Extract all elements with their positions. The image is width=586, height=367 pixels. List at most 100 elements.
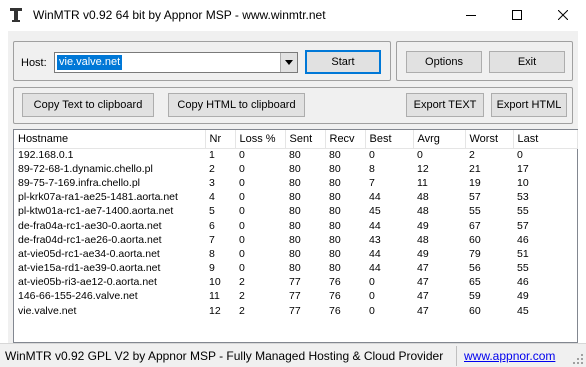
close-button[interactable] xyxy=(540,0,586,30)
table-cell: at-vie05b-ri3-ae12-0.aorta.net xyxy=(18,276,157,289)
table-cell: 0 xyxy=(239,205,245,218)
column-header[interactable]: Best xyxy=(365,130,414,149)
column-header[interactable]: Sent xyxy=(285,130,326,149)
table-row[interactable]: 192.168.0.1 1 0 80 80 0 0 2 0 xyxy=(14,148,577,162)
window-title: WinMTR v0.92 64 bit by Appnor MSP - www.… xyxy=(33,8,326,22)
column-header[interactable]: Recv xyxy=(325,130,366,149)
table-row[interactable]: de-fra04a-rc1-ae30-0.aorta.net 6 0 80 80 44 49… xyxy=(14,219,577,233)
table-cell: de-fra04d-rc1-ae26-0.aorta.net xyxy=(18,233,162,246)
resize-grip-icon[interactable] xyxy=(572,353,584,365)
table-cell: 49 xyxy=(417,247,429,260)
table-cell: 56 xyxy=(469,262,481,275)
column-header[interactable]: Avrg xyxy=(413,130,466,149)
copy-text-button[interactable]: Copy Text to clipboard xyxy=(22,93,154,117)
column-header[interactable]: Nr xyxy=(205,130,236,149)
status-text: WinMTR v0.92 GPL V2 by Appnor MSP - Full… xyxy=(5,349,444,363)
host-label: Host: xyxy=(21,57,47,69)
table-cell: 146-66-155-246.valve.net xyxy=(18,290,138,303)
main-panel: Host: vie.valve.net Start Options Exit C… xyxy=(8,31,578,343)
table-cell: 80 xyxy=(289,205,301,218)
table-cell: 17 xyxy=(517,162,529,175)
table-cell: 55 xyxy=(517,262,529,275)
table-row[interactable]: at-vie15a-rd1-ae39-0.aorta.net 9 0 80 80 44 47… xyxy=(14,262,577,276)
table-cell: 48 xyxy=(417,233,429,246)
close-icon xyxy=(558,10,568,20)
table-cell: 49 xyxy=(417,219,429,232)
table-cell: 55 xyxy=(517,205,529,218)
export-html-button[interactable]: Export HTML xyxy=(491,93,567,117)
table-row[interactable]: 89-72-68-1.dynamic.chello.pl 2 0 80 80 8 12 21 1… xyxy=(14,162,577,176)
column-header[interactable]: Last xyxy=(513,130,578,149)
column-header[interactable]: Loss % xyxy=(235,130,286,149)
table-row[interactable]: at-vie05b-ri3-ae12-0.aorta.net 10 2 77 76 0 47… xyxy=(14,276,577,290)
table-cell: 44 xyxy=(369,219,381,232)
table-cell: 8 xyxy=(209,247,215,260)
copy-html-button[interactable]: Copy HTML to clipboard xyxy=(168,93,305,117)
column-header[interactable]: Hostname xyxy=(14,130,206,149)
table-cell: 80 xyxy=(289,148,301,161)
table-cell: 80 xyxy=(329,219,341,232)
host-input[interactable]: vie.valve.net xyxy=(57,55,123,70)
export-text-button[interactable]: Export TEXT xyxy=(406,93,484,117)
table-cell: 53 xyxy=(517,191,529,204)
table-cell: 1 xyxy=(209,148,215,161)
results-table[interactable]: Hostname Nr Loss % Sent Recv Best Avrg Worst Las… xyxy=(13,129,578,343)
table-cell: 43 xyxy=(369,233,381,246)
table-cell: 76 xyxy=(329,276,341,289)
table-row[interactable]: pl-krk07a-ra1-ae25-1481.aorta.net 4 0 80 80 4… xyxy=(14,191,577,205)
table-body: 192.168.0.1 1 0 80 80 0 0 2 0 89-72-68-1.dynamic.… xyxy=(14,148,577,318)
table-cell: pl-krk07a-ra1-ae25-1481.aorta.net xyxy=(18,191,178,204)
table-cell: 80 xyxy=(289,162,301,175)
table-cell: vie.valve.net xyxy=(18,304,77,317)
table-row[interactable]: 89-75-7-169.infra.chello.pl 3 0 80 80 7 11 19 10 xyxy=(14,176,577,190)
table-cell: 0 xyxy=(369,304,375,317)
table-cell: 8 xyxy=(369,162,375,175)
table-cell: 0 xyxy=(239,176,245,189)
table-cell: 80 xyxy=(289,233,301,246)
table-cell: 80 xyxy=(289,191,301,204)
table-cell: at-vie15a-rd1-ae39-0.aorta.net xyxy=(18,262,161,275)
table-cell: 0 xyxy=(239,219,245,232)
dropdown-button[interactable] xyxy=(280,53,297,72)
table-cell: 0 xyxy=(239,233,245,246)
column-header[interactable]: Worst xyxy=(465,130,514,149)
table-row[interactable]: de-fra04d-rc1-ae26-0.aorta.net 7 0 80 80 43 48… xyxy=(14,233,577,247)
table-row[interactable]: at-vie05d-rc1-ae34-0.aorta.net 8 0 80 80 44 49… xyxy=(14,247,577,261)
table-cell: 2 xyxy=(239,276,245,289)
table-cell: 65 xyxy=(469,276,481,289)
table-cell: 48 xyxy=(417,205,429,218)
table-cell: 80 xyxy=(329,162,341,175)
exit-button[interactable]: Exit xyxy=(489,51,565,73)
table-cell: 11 xyxy=(417,176,428,189)
table-cell: 51 xyxy=(517,247,529,260)
table-cell: 0 xyxy=(239,247,245,260)
table-cell: 12 xyxy=(209,304,221,317)
options-button[interactable]: Options xyxy=(406,51,482,73)
host-combobox[interactable]: vie.valve.net xyxy=(54,52,298,73)
table-cell: 9 xyxy=(209,262,215,275)
start-button[interactable]: Start xyxy=(305,50,381,74)
maximize-icon xyxy=(512,10,522,20)
table-cell: 45 xyxy=(517,304,529,317)
table-row[interactable]: pl-ktw01a-rc1-ae7-1400.aorta.net 5 0 80 80 45… xyxy=(14,205,577,219)
table-row[interactable]: vie.valve.net 12 2 77 76 0 47 60 45 xyxy=(14,304,577,318)
table-cell: 47 xyxy=(417,262,429,275)
table-cell: 192.168.0.1 xyxy=(18,148,74,161)
table-cell: 47 xyxy=(417,304,429,317)
table-cell: 21 xyxy=(469,162,481,175)
table-row[interactable]: 146-66-155-246.valve.net 11 2 77 76 0 47 59 49 xyxy=(14,290,577,304)
title-bar[interactable]: WinMTR v0.92 64 bit by Appnor MSP - www.… xyxy=(0,0,586,30)
minimize-button[interactable] xyxy=(448,0,494,30)
table-cell: 7 xyxy=(209,233,215,246)
table-cell: 7 xyxy=(369,176,375,189)
table-cell: 47 xyxy=(417,276,429,289)
table-cell: 44 xyxy=(369,247,381,260)
table-cell: 10 xyxy=(209,276,221,289)
table-cell: 0 xyxy=(239,262,245,275)
table-cell: 80 xyxy=(329,262,341,275)
table-cell: 44 xyxy=(369,191,381,204)
table-cell: 5 xyxy=(209,205,215,218)
table-cell: 2 xyxy=(209,162,215,175)
maximize-button[interactable] xyxy=(494,0,540,30)
appnor-link[interactable]: www.appnor.com xyxy=(464,349,555,363)
